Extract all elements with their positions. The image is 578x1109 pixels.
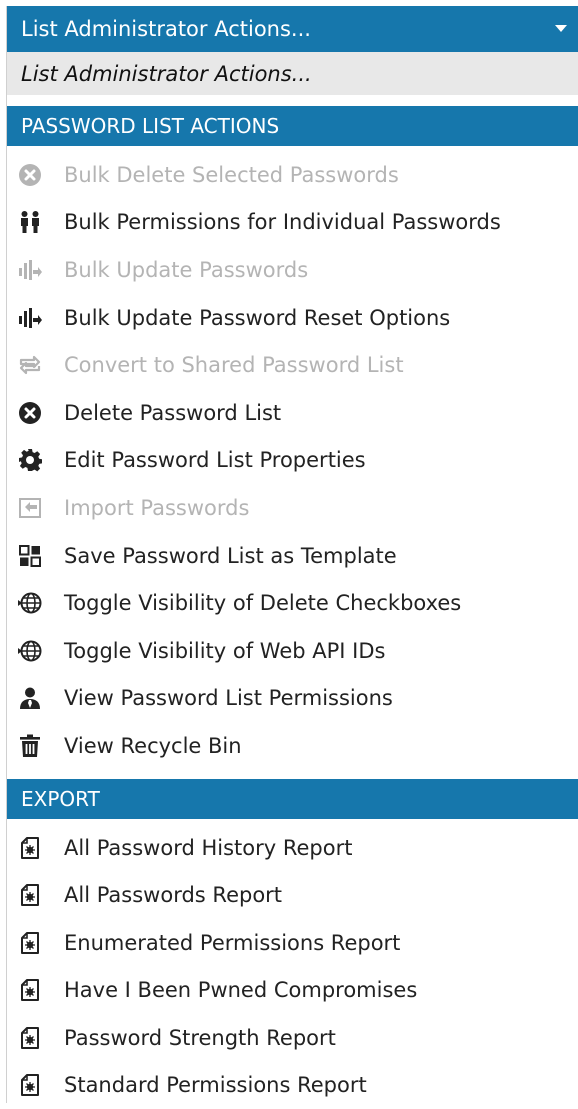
group-header-label: EXPORT (21, 786, 100, 811)
template-grid-icon (17, 543, 43, 569)
menu-item-label: Bulk Update Passwords (64, 257, 309, 282)
menu-item-all-password-history-report[interactable]: All Password History Report (7, 824, 578, 872)
import-icon (17, 495, 43, 521)
menu-item-label: Edit Password List Properties (64, 448, 366, 473)
menu-item-label: Toggle Visibility of Web API IDs (64, 638, 386, 663)
dropdown-option-selected[interactable]: List Administrator Actions... (7, 52, 578, 95)
menu-item-label: Save Password List as Template (64, 543, 397, 568)
menu-item-toggle-visibility-of-delete-checkboxes[interactable]: Toggle Visibility of Delete Checkboxes (7, 579, 578, 627)
menu-item-label: Convert to Shared Password List (64, 353, 404, 378)
menu-item-label: Delete Password List (64, 400, 282, 425)
password-list-actions-group: Bulk Delete Selected Passwords Bulk Permi… (7, 151, 578, 770)
menu-item-convert-to-shared-password-list: Convert to Shared Password List (7, 341, 578, 389)
menu-item-label: All Passwords Report (64, 883, 283, 908)
menu-item-bulk-update-password-reset-options[interactable]: Bulk Update Password Reset Options (7, 294, 578, 342)
admin-actions-dropdown[interactable]: List Administrator Actions... List Admin… (6, 6, 578, 1103)
gear-icon (17, 447, 43, 473)
globe-icon (17, 638, 43, 664)
group-header-password-list-actions: PASSWORD LIST ACTIONS (7, 106, 578, 146)
menu-item-save-password-list-as-template[interactable]: Save Password List as Template (7, 532, 578, 580)
menu-item-bulk-permissions-for-individual-passwords[interactable]: Bulk Permissions for Individual Password… (7, 199, 578, 247)
menu-item-label: Password Strength Report (64, 1025, 336, 1050)
report-file-icon (17, 1025, 43, 1051)
users-icon (17, 209, 43, 235)
report-file-icon (17, 1072, 43, 1098)
menu-item-toggle-visibility-of-web-api-ids[interactable]: Toggle Visibility of Web API IDs (7, 627, 578, 675)
menu-item-label: Toggle Visibility of Delete Checkboxes (64, 591, 462, 616)
menu-item-edit-password-list-properties[interactable]: Edit Password List Properties (7, 437, 578, 485)
report-file-icon (17, 882, 43, 908)
menu-item-all-passwords-report[interactable]: All Passwords Report (7, 871, 578, 919)
chevron-down-icon[interactable] (555, 25, 567, 32)
menu-item-bulk-delete-selected-passwords: Bulk Delete Selected Passwords (7, 151, 578, 199)
menu-item-label: Bulk Permissions for Individual Password… (64, 210, 501, 235)
dropdown-option-label: List Administrator Actions... (21, 61, 312, 86)
menu-item-label: Bulk Delete Selected Passwords (64, 162, 399, 187)
bulk-update-icon (17, 305, 43, 331)
menu-item-import-passwords: Import Passwords (7, 484, 578, 532)
report-file-icon (17, 977, 43, 1003)
menu-item-enumerated-permissions-report[interactable]: Enumerated Permissions Report (7, 919, 578, 967)
menu-item-password-strength-report[interactable]: Password Strength Report (7, 1014, 578, 1062)
menu-item-delete-password-list[interactable]: Delete Password List (7, 389, 578, 437)
delete-circle-icon (17, 162, 43, 188)
report-file-icon (17, 835, 43, 861)
report-file-icon (17, 930, 43, 956)
user-icon (17, 685, 43, 711)
group-header-label: PASSWORD LIST ACTIONS (21, 114, 280, 138)
group-header-export: EXPORT (7, 778, 578, 819)
menu-item-have-i-been-pwned-compromises[interactable]: Have I Been Pwned Compromises (7, 967, 578, 1015)
menu-item-label: Enumerated Permissions Report (64, 930, 401, 955)
menu-item-label: View Recycle Bin (64, 733, 242, 758)
bulk-update-icon (17, 257, 43, 283)
menu-item-standard-permissions-report[interactable]: Standard Permissions Report (7, 1062, 578, 1109)
menu-item-view-password-list-permissions[interactable]: View Password List Permissions (7, 675, 578, 723)
menu-item-label: All Password History Report (64, 835, 353, 860)
export-group: All Password History Report All Passwords… (7, 824, 578, 1109)
dropdown-select-bar[interactable]: List Administrator Actions... (7, 6, 578, 52)
trash-icon (17, 733, 43, 759)
dropdown-selected-label: List Administrator Actions... (21, 17, 311, 41)
menu-item-label: Standard Permissions Report (64, 1073, 367, 1098)
delete-circle-icon (17, 400, 43, 426)
convert-icon (17, 352, 43, 378)
menu-item-bulk-update-passwords: Bulk Update Passwords (7, 246, 578, 294)
menu-item-view-recycle-bin[interactable]: View Recycle Bin (7, 722, 578, 770)
menu-item-label: Import Passwords (64, 495, 250, 520)
menu-item-label: View Password List Permissions (64, 686, 393, 711)
menu-item-label: Have I Been Pwned Compromises (64, 978, 418, 1003)
globe-icon (17, 590, 43, 616)
menu-item-label: Bulk Update Password Reset Options (64, 305, 451, 330)
